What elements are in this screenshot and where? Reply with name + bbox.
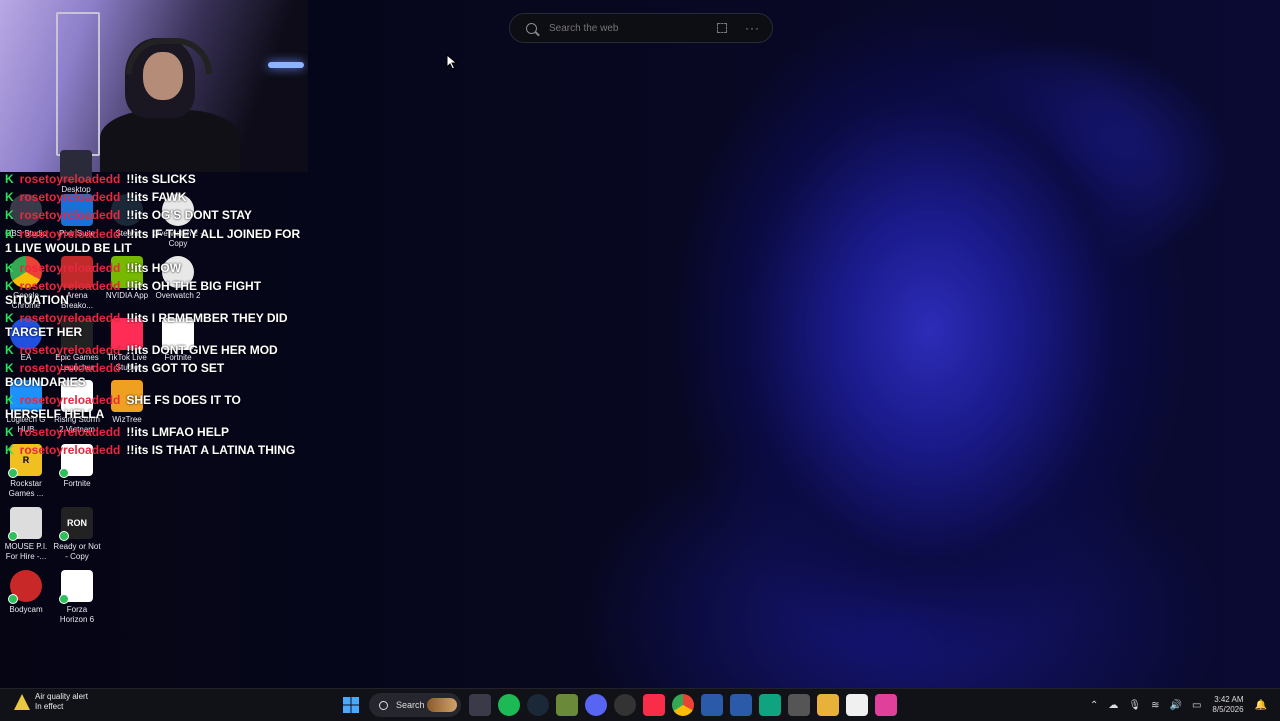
windows-icon <box>342 697 359 713</box>
search-icon <box>526 22 537 34</box>
more-options-icon[interactable]: ··· <box>745 21 760 35</box>
sync-check-icon <box>8 531 18 541</box>
chat-message-continuation: TARGET HER <box>5 325 83 339</box>
chat-message: Krosetoyreloadedd !!its GOT TO SET <box>5 361 225 375</box>
desktop-icon-label: Rockstar Games ... <box>8 479 44 498</box>
chat-message: Krosetoyreloadedd !!its IF THEY ALL JOINE… <box>5 227 301 241</box>
app-generic-icon[interactable] <box>787 694 810 716</box>
apple-music-icon[interactable] <box>642 694 665 716</box>
sync-check-icon <box>59 594 69 604</box>
clock-date: 8/5/2026 <box>1212 705 1244 714</box>
webcam-light <box>268 62 304 68</box>
sync-check-icon <box>8 594 18 604</box>
visual-search-icon[interactable] <box>717 23 727 33</box>
forza-icon <box>59 570 93 604</box>
desktop-icon-label: WizTree <box>112 415 142 424</box>
taskbar: Air quality alert In effect Search ⌃ ☁ 🎙 <box>0 688 1280 721</box>
sync-check-icon <box>59 531 69 541</box>
desktop-icon-label: Forza Horizon 6 <box>59 605 95 624</box>
task-view-icon[interactable] <box>468 694 491 716</box>
terminal-icon[interactable] <box>758 694 781 716</box>
web-search-bar[interactable]: ··· <box>509 13 773 43</box>
weather-alert-subtitle: In effect <box>35 702 64 711</box>
desktop: ··· Desktop OBS Studio Pixlr Suite Steam… <box>0 0 1280 688</box>
search-highlight-icon <box>427 698 457 712</box>
chat-message: Krosetoyreloadedd !!its SLICKS <box>5 172 196 186</box>
webcam-person-body <box>100 110 240 172</box>
bodycam-icon <box>8 570 42 604</box>
app-window-icon[interactable] <box>700 694 723 716</box>
clock-time: 3:42 AM <box>1214 695 1244 704</box>
mouse-pi-icon <box>8 507 42 541</box>
chat-message-continuation: HERSELF HELLA <box>5 407 105 421</box>
chat-message: Krosetoyreloadedd SHE FS DOES IT TO <box>5 393 241 407</box>
discord-icon[interactable] <box>584 694 607 716</box>
chat-message-continuation: SITUATION <box>5 293 69 307</box>
chat-message: Krosetoyreloadedd !!its HOW <box>5 261 182 275</box>
capcut-icon[interactable] <box>874 694 897 716</box>
sync-check-icon <box>8 468 18 478</box>
ready-or-not-icon: RON <box>59 507 93 541</box>
desktop-icon-label: MOUSE P.I. For Hire -... <box>4 542 48 561</box>
weather-widget[interactable]: Air quality alert In effect <box>14 692 88 712</box>
microphone-icon[interactable]: 🎙 <box>1128 700 1141 711</box>
taskbar-search[interactable]: Search <box>369 693 461 717</box>
cloud-icon[interactable]: ☁ <box>1108 700 1118 711</box>
steam-icon[interactable] <box>526 694 549 716</box>
chrome-icon[interactable] <box>671 694 694 716</box>
file-explorer-icon[interactable] <box>816 694 839 716</box>
chat-message-continuation: 1 LIVE WOULD BE LIT <box>5 241 132 255</box>
minecraft-icon[interactable] <box>555 694 578 716</box>
notification-bell-icon[interactable]: 🔔 <box>1255 700 1267 711</box>
wifi-icon[interactable]: ≋ <box>1151 700 1159 711</box>
start-button[interactable] <box>340 694 362 716</box>
chat-message-continuation: BOUNDARIES <box>5 375 86 389</box>
chat-message: Krosetoyreloadedd !!its OH THE BIG FIGHT <box>5 279 262 293</box>
chat-message: Krosetoyreloadedd !!its LMFAO HELP <box>5 425 230 439</box>
chat-message: Krosetoyreloadedd !!its DONT GIVE HER MOD <box>5 343 278 357</box>
chat-message: Krosetoyreloadedd !!its OG'S DONT STAY <box>5 208 252 222</box>
battery-icon[interactable]: ▭ <box>1192 700 1201 711</box>
web-search-input[interactable] <box>547 21 711 35</box>
warning-icon <box>14 694 30 710</box>
taskbar-clock[interactable]: 3:42 AM 8/5/2026 <box>1212 695 1243 715</box>
system-tray: ⌃ ☁ 🎙 ≋ 🔊 ▭ 3:42 AM 8/5/2026 🔔 <box>1085 689 1272 721</box>
weather-alert-title: Air quality alert <box>35 692 88 701</box>
spotify-icon[interactable] <box>497 694 520 716</box>
chat-message: Krosetoyreloadedd !!its IS THAT A LATINA … <box>5 443 296 457</box>
volume-icon[interactable]: 🔊 <box>1170 700 1182 711</box>
chevron-up-icon[interactable]: ⌃ <box>1090 700 1098 711</box>
app-window-icon-3[interactable] <box>845 694 868 716</box>
webcam-overlay <box>0 0 308 172</box>
desktop-icon-ready-or-not[interactable]: RON Ready or Not - Copy <box>52 507 102 562</box>
app-window-icon-2[interactable] <box>729 694 752 716</box>
desktop-icon-bodycam[interactable]: Bodycam <box>1 570 51 615</box>
taskbar-apps: Search <box>336 693 900 717</box>
desktop-icon-label: Ready or Not - Copy <box>53 542 101 561</box>
desktop-icon-mouse-pi[interactable]: MOUSE P.I. For Hire -... <box>1 507 51 562</box>
webcam-shelf <box>56 12 100 156</box>
desktop-icon-label: Bodycam <box>9 605 43 614</box>
sync-check-icon <box>59 468 69 478</box>
desktop-icon-label: Fortnite <box>63 479 91 488</box>
taskbar-search-label: Search <box>396 700 425 710</box>
chat-message: Krosetoyreloadedd !!its I REMEMBER THEY D… <box>5 311 288 325</box>
desktop-icon-forza-horizon[interactable]: Forza Horizon 6 <box>52 570 102 625</box>
chat-message: Krosetoyreloadedd !!its FAWK <box>5 190 187 204</box>
search-icon <box>379 700 388 710</box>
obs-icon[interactable] <box>613 694 636 716</box>
